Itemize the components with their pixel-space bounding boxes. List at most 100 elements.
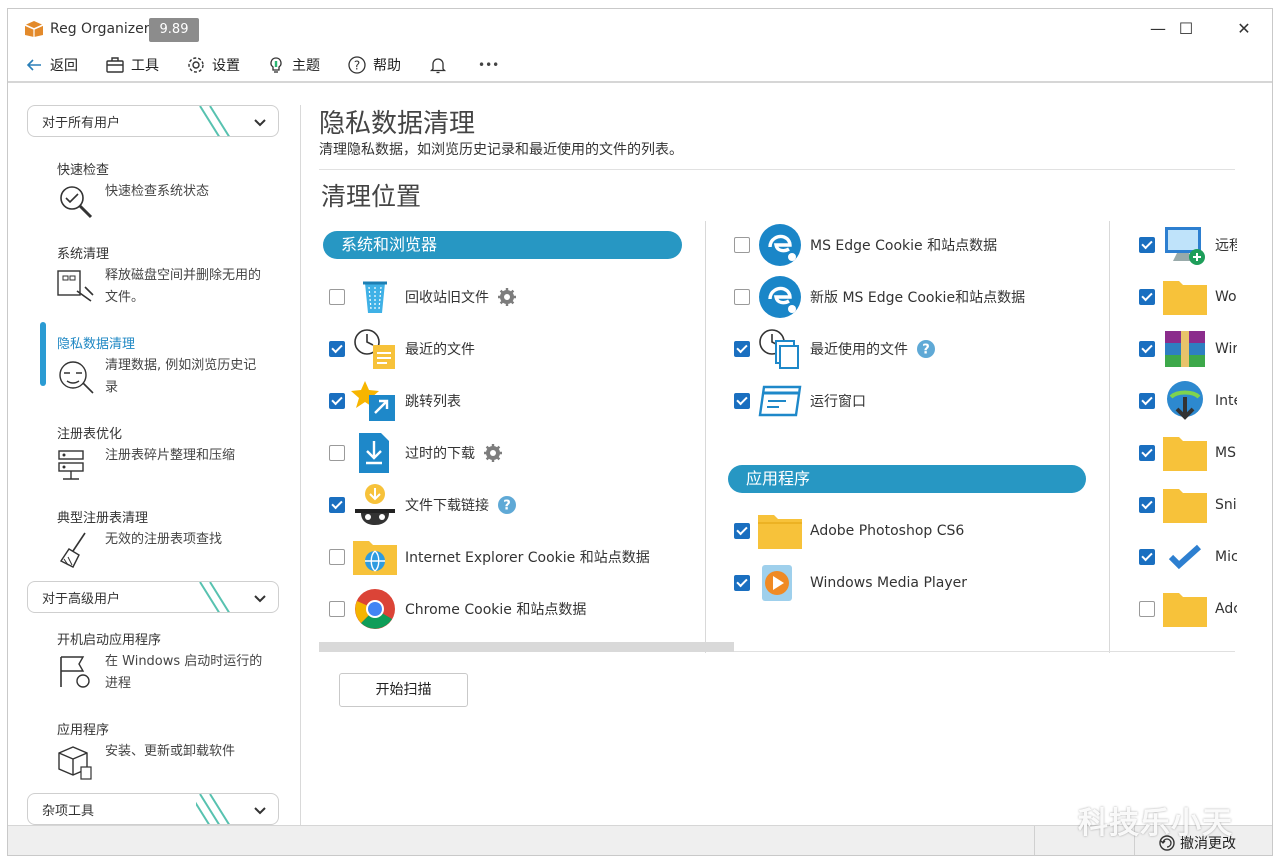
list-item[interactable]: Snip [1139, 483, 1237, 527]
item-label: Chrome Cookie 和站点数据 [405, 602, 587, 618]
list-item[interactable]: 文件下载链接 ? [329, 483, 517, 527]
minimize-icon: — [1150, 19, 1166, 38]
checkbox[interactable] [329, 289, 345, 305]
sidebar-item-registry-cleanup[interactable]: 典型注册表清理 无效的注册表项查找 [38, 507, 278, 577]
notifications-button[interactable] [428, 53, 448, 77]
list-item[interactable]: 过时的下载 [329, 431, 503, 475]
sidebar-item-desc: 安装、更新或卸载软件 [105, 744, 236, 759]
title-bar: Reg Organizer 9.89 — ☐ ✕ [8, 9, 1272, 49]
checkbox[interactable] [329, 393, 345, 409]
help-icon[interactable]: ? [497, 495, 517, 515]
checkbox[interactable] [734, 575, 750, 591]
close-button[interactable]: ✕ [1224, 15, 1264, 43]
help-button[interactable]: ? 帮助 [347, 53, 401, 77]
back-button[interactable]: 返回 [24, 53, 78, 77]
sidebar-item-quick-check[interactable]: 快速检查 快速检查系统状态 [38, 159, 278, 229]
title-divider [319, 169, 1235, 170]
list-item[interactable]: Windows Media Player [734, 561, 967, 605]
sidebar-item-system-cleanup[interactable]: 系统清理 释放磁盘空间并删除无用的文件。 [38, 243, 278, 313]
download-history-icon [351, 431, 399, 475]
list-item[interactable]: 跳转列表 [329, 379, 461, 423]
sidebar-item-title: 注册表优化 [57, 427, 123, 442]
maximize-button[interactable]: ☐ [1166, 15, 1206, 43]
list-item[interactable]: Mic [1139, 535, 1237, 579]
group-misc-dropdown[interactable]: 杂项工具 [27, 793, 279, 825]
checkbox[interactable] [1139, 341, 1155, 357]
chrome-icon [351, 587, 399, 631]
checkbox[interactable] [1139, 601, 1155, 617]
settings-button[interactable]: 设置 [186, 53, 240, 77]
gear-icon[interactable] [497, 287, 517, 307]
checkbox[interactable] [1139, 497, 1155, 513]
list-item[interactable]: MS [1139, 431, 1236, 475]
list-item[interactable]: MS Edge Cookie 和站点数据 [734, 223, 997, 267]
checkbox[interactable] [734, 341, 750, 357]
sidebar-item-privacy-cleanup[interactable]: 隐私数据清理 清理数据, 例如浏览历史记录 [38, 333, 278, 403]
chevron-down-icon [254, 595, 266, 603]
sidebar-item-title: 开机启动应用程序 [57, 633, 162, 648]
group-misc-label: 杂项工具 [42, 804, 95, 819]
item-label: Inte [1215, 393, 1237, 409]
list-item[interactable]: 新版 MS Edge Cookie和站点数据 [734, 275, 1025, 319]
group-advanced-dropdown[interactable]: 对于高级用户 [27, 581, 279, 613]
help-icon[interactable]: ? [916, 339, 936, 359]
checkbox[interactable] [329, 341, 345, 357]
checkbox[interactable] [734, 393, 750, 409]
checkbox[interactable] [734, 289, 750, 305]
recycle-bin-icon [351, 275, 399, 319]
gear-icon[interactable] [483, 443, 503, 463]
item-label: 过时的下载 [405, 446, 475, 462]
group-all-users-dropdown[interactable]: 对于所有用户 [27, 105, 279, 137]
group-all-users-label: 对于所有用户 [42, 116, 121, 131]
checkbox[interactable] [1139, 237, 1155, 253]
more-button[interactable]: ••• [478, 53, 499, 77]
checkbox[interactable] [329, 549, 345, 565]
list-item[interactable]: Internet Explorer Cookie 和站点数据 [329, 535, 650, 579]
list-item[interactable]: Adc [1139, 587, 1237, 631]
item-label: 最近的文件 [405, 342, 475, 358]
ie-folder-icon [351, 535, 399, 579]
package-icon [58, 746, 92, 780]
tools-button[interactable]: 工具 [105, 53, 159, 77]
list-item[interactable]: 最近的文件 [329, 327, 475, 371]
checkbox[interactable] [329, 445, 345, 461]
list-item[interactable]: Chrome Cookie 和站点数据 [329, 587, 586, 631]
sidebar-item-applications[interactable]: 应用程序 安装、更新或卸载软件 [38, 719, 278, 789]
sidebar: 对于所有用户 快速检查 快速检查系统状态 系统清理 释放磁盘空间并删除无用的文件… [8, 83, 300, 825]
svg-text:?: ? [922, 343, 930, 358]
list-item[interactable]: 远程 [1139, 223, 1237, 267]
item-label: 最近使用的文件 [810, 342, 908, 358]
winrar-icon [1161, 327, 1209, 371]
list-item[interactable]: 回收站旧文件 [329, 275, 517, 319]
item-label: 新版 MS Edge Cookie和站点数据 [810, 290, 1026, 306]
toolbox-icon [106, 57, 124, 73]
checkbox[interactable] [1139, 289, 1155, 305]
checkbox[interactable] [329, 601, 345, 617]
folder-icon [756, 509, 804, 553]
sidebar-item-startup-apps[interactable]: 开机启动应用程序 在 Windows 启动时运行的进程 [38, 629, 278, 699]
list-item[interactable]: Inte [1139, 379, 1237, 423]
checkbox[interactable] [1139, 549, 1155, 565]
stripes-decoration [199, 106, 230, 136]
list-item[interactable]: Wo [1139, 275, 1237, 319]
checkbox[interactable] [734, 237, 750, 253]
theme-button[interactable]: 主题 [266, 53, 320, 77]
remote-desktop-icon [1161, 223, 1209, 267]
list-item[interactable]: Adobe Photoshop CS6 [734, 509, 964, 553]
checkbox[interactable] [1139, 445, 1155, 461]
folder-icon [1161, 483, 1209, 527]
list-item[interactable]: Wir [1139, 327, 1237, 371]
app-logo-icon [24, 21, 44, 37]
sidebar-item-registry-optimize[interactable]: 注册表优化 注册表碎片整理和压缩 [38, 423, 278, 493]
list-item[interactable]: 运行窗口 [734, 379, 866, 423]
sidebar-item-desc: 释放磁盘空间并删除无用的文件。 [105, 268, 262, 305]
sidebar-item-desc: 无效的注册表项查找 [105, 532, 223, 547]
start-scan-button[interactable]: 开始扫描 [339, 673, 468, 707]
category-system-browsers: 系统和浏览器 [323, 231, 682, 259]
horizontal-scrollbar-thumb[interactable] [319, 642, 734, 652]
checkbox[interactable] [734, 523, 750, 539]
checkbox[interactable] [1139, 393, 1155, 409]
checkbox[interactable] [329, 497, 345, 513]
list-item[interactable]: 最近使用的文件 ? [734, 327, 936, 371]
item-label: Snip [1215, 497, 1237, 513]
